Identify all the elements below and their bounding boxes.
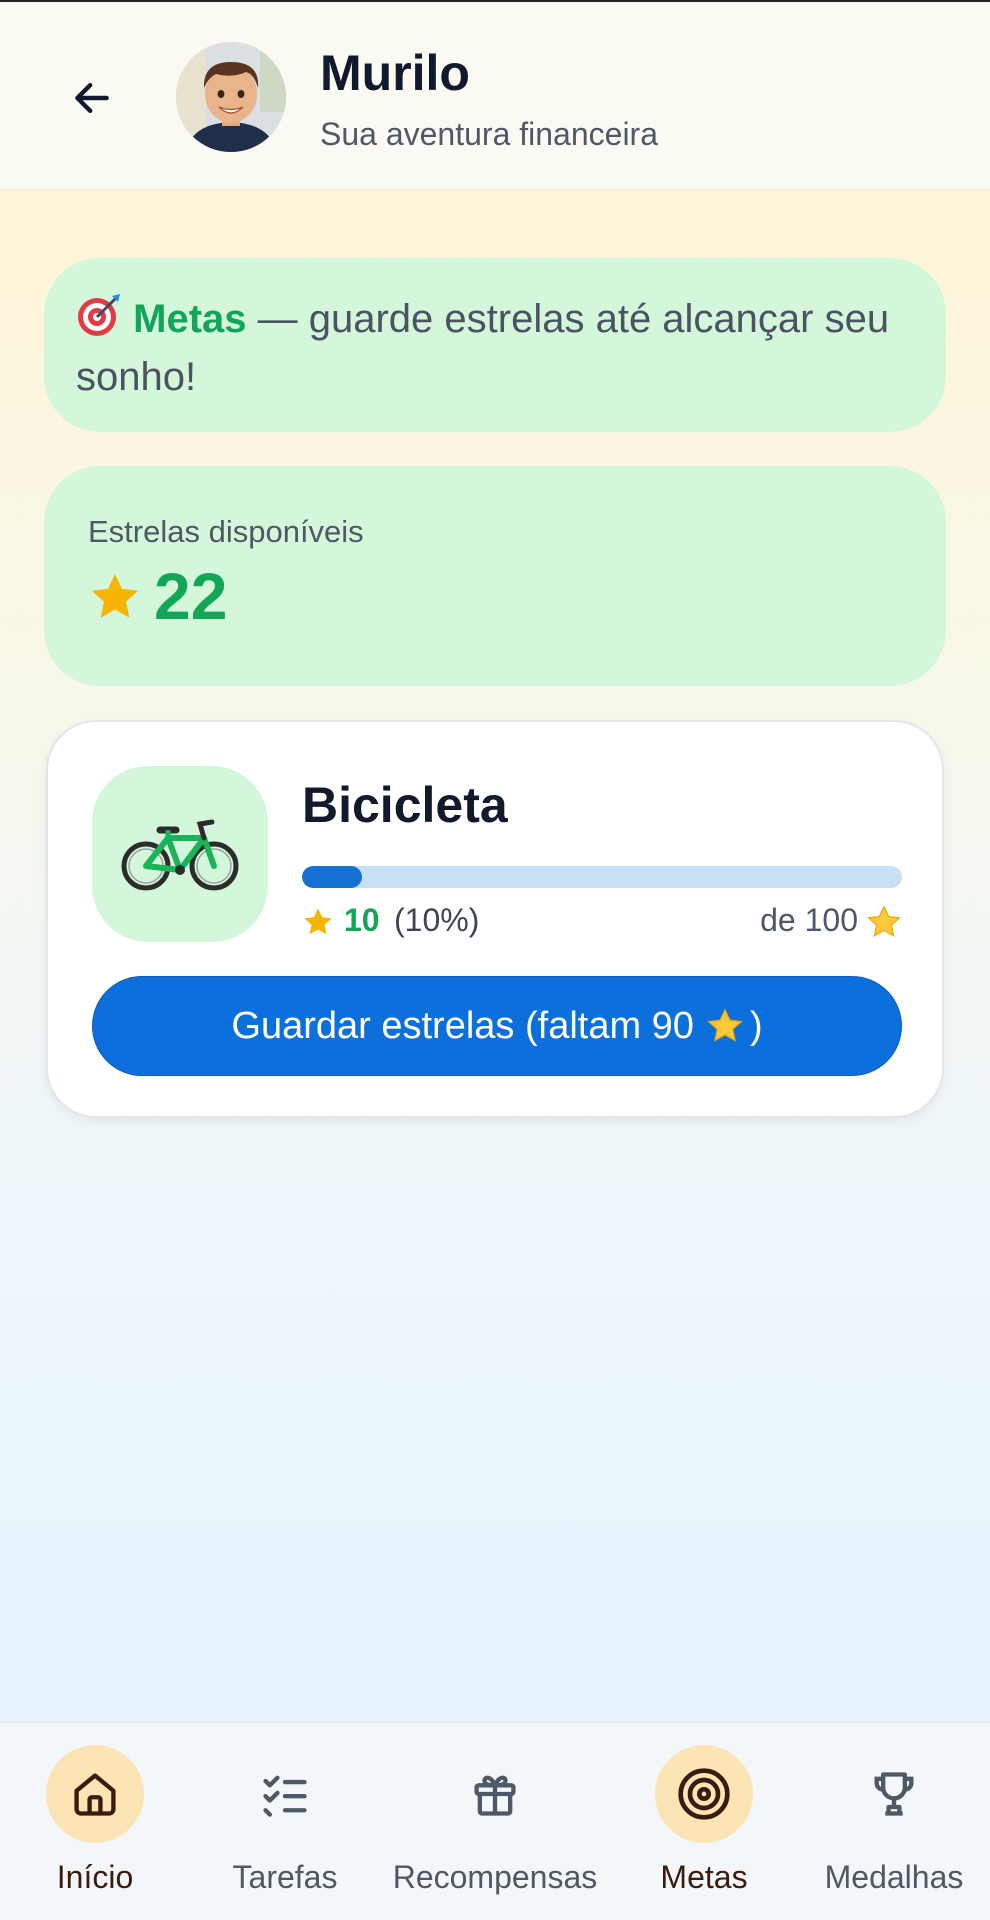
goal-icon-box <box>92 766 268 942</box>
stars-label: Estrelas disponíveis <box>88 514 364 549</box>
nav-label: Recompensas <box>392 1859 598 1895</box>
nav-label: Início <box>56 1859 134 1895</box>
goal-current-stars: 10 <box>344 902 380 938</box>
nav-item-metas[interactable]: Metas <box>610 1723 800 1920</box>
star-icon <box>304 908 332 935</box>
nav-label: Tarefas <box>232 1859 338 1895</box>
nav-item-tarefas[interactable]: Tarefas <box>190 1723 380 1920</box>
nav-active-indicator <box>46 1745 144 1843</box>
goals-banner: Metas — guarde estrelas até alcançar seu… <box>44 258 946 432</box>
save-stars-suffix: ) <box>749 1004 763 1047</box>
nav-label: Medalhas <box>824 1859 964 1895</box>
star-icon <box>91 574 139 618</box>
nav-item-medalhas[interactable]: Medalhas <box>800 1723 990 1920</box>
stars-value: 22 <box>154 559 228 633</box>
save-stars-button[interactable]: Guardar estrelas (faltam 90 ) <box>92 976 902 1076</box>
target-icon <box>76 292 122 351</box>
home-icon <box>74 1773 116 1816</box>
stars-available-card: Estrelas disponíveis 22 <box>44 466 946 686</box>
nav-icon-wrap <box>845 1745 943 1843</box>
goal-progress-info: 10 (10%) de 100 <box>302 900 902 944</box>
bottom-nav: Início Tarefas Recompensas Metas Medalha… <box>0 1722 990 1920</box>
goal-card: Bicicleta 10 (10%) de 100 Guardar estrel… <box>46 720 944 1118</box>
profile-subtitle: Sua aventura financeira <box>320 116 658 152</box>
checklist-icon <box>263 1775 307 1817</box>
profile-name: Murilo <box>320 45 470 101</box>
star-emoji-icon <box>867 905 901 937</box>
banner-title: Metas <box>133 297 247 341</box>
nav-item-recompensas[interactable]: Recompensas <box>380 1723 610 1920</box>
star-emoji-icon <box>707 1008 743 1042</box>
target-icon <box>678 1768 730 1820</box>
nav-icon-wrap <box>446 1745 544 1843</box>
goal-progress-fill <box>302 866 362 888</box>
nav-label: Metas <box>660 1859 748 1895</box>
goal-title: Bicicleta <box>302 777 508 833</box>
nav-active-indicator <box>655 1745 753 1843</box>
avatar <box>176 42 286 152</box>
back-button[interactable] <box>62 68 122 128</box>
nav-item-inicio[interactable]: Início <box>0 1723 190 1920</box>
gift-icon <box>474 1775 516 1816</box>
nav-icon-wrap <box>236 1745 334 1843</box>
goal-target: de 100 <box>760 902 858 938</box>
app-header: Murilo Sua aventura financeira <box>0 0 990 190</box>
trophy-icon <box>874 1772 914 1816</box>
bicycle-icon <box>121 819 239 891</box>
goal-percent: (10%) <box>394 902 480 938</box>
arrow-left-icon <box>75 82 109 114</box>
goal-progress-bar <box>302 866 902 888</box>
save-stars-label: Guardar estrelas (faltam 90 <box>231 1004 694 1047</box>
